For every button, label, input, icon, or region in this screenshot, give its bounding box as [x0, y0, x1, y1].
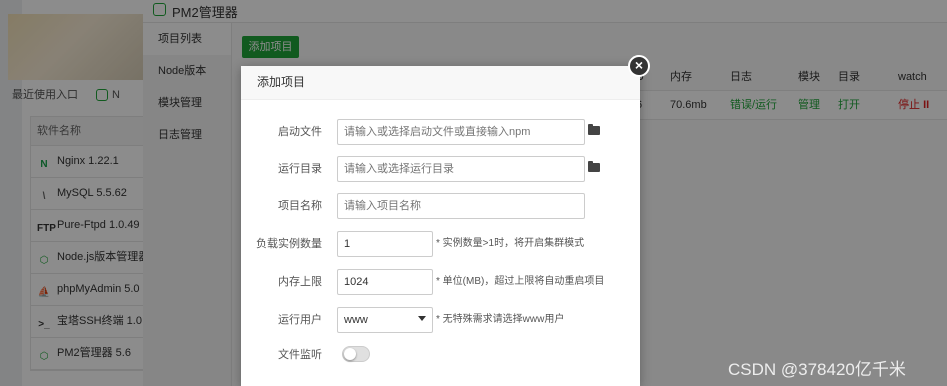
run-user-row: 运行用户 www * 无特殊需求请选择www用户: [241, 307, 640, 333]
instances-hint: * 实例数量>1时，将开启集群模式: [436, 238, 585, 249]
memory-limit-hint: * 单位(MB)，超过上限将自动重启项目: [436, 276, 605, 287]
project-name-input[interactable]: [337, 193, 585, 219]
startup-file-row: 启动文件: [241, 119, 640, 145]
instances-input[interactable]: [337, 231, 433, 257]
memory-limit-label: 内存上限: [278, 276, 322, 288]
startup-file-input[interactable]: [337, 119, 585, 145]
folder-icon[interactable]: [588, 124, 600, 135]
memory-limit-row: 内存上限 * 单位(MB)，超过上限将自动重启项目: [241, 269, 640, 295]
file-watch-row: 文件监听: [241, 342, 640, 368]
project-name-row: 项目名称: [241, 193, 640, 219]
project-name-label: 项目名称: [278, 200, 322, 212]
run-dir-label: 运行目录: [278, 163, 322, 175]
run-dir-input[interactable]: [337, 156, 585, 182]
close-icon[interactable]: ×: [628, 55, 650, 77]
watermark: CSDN @378420亿千米: [728, 360, 906, 379]
folder-icon[interactable]: [588, 161, 600, 172]
file-watch-label: 文件监听: [278, 349, 322, 361]
memory-limit-input[interactable]: [337, 269, 433, 295]
startup-file-label: 启动文件: [278, 126, 322, 138]
run-dir-row: 运行目录: [241, 156, 640, 182]
run-user-select[interactable]: www: [337, 307, 433, 333]
chevron-down-icon: [418, 316, 426, 321]
run-user-value: www: [344, 314, 368, 326]
instances-label: 负载实例数量: [256, 238, 322, 250]
add-project-dialog: 添加项目 启动文件 运行目录 项目名称 负载实例数量 * 实例数量>1时，将开启…: [241, 66, 640, 386]
run-user-label: 运行用户: [278, 314, 322, 326]
dialog-title: 添加项目: [241, 66, 640, 100]
run-user-hint: * 无特殊需求请选择www用户: [436, 314, 565, 325]
file-watch-toggle[interactable]: [342, 346, 370, 362]
instances-row: 负载实例数量 * 实例数量>1时，将开启集群模式: [241, 231, 640, 257]
